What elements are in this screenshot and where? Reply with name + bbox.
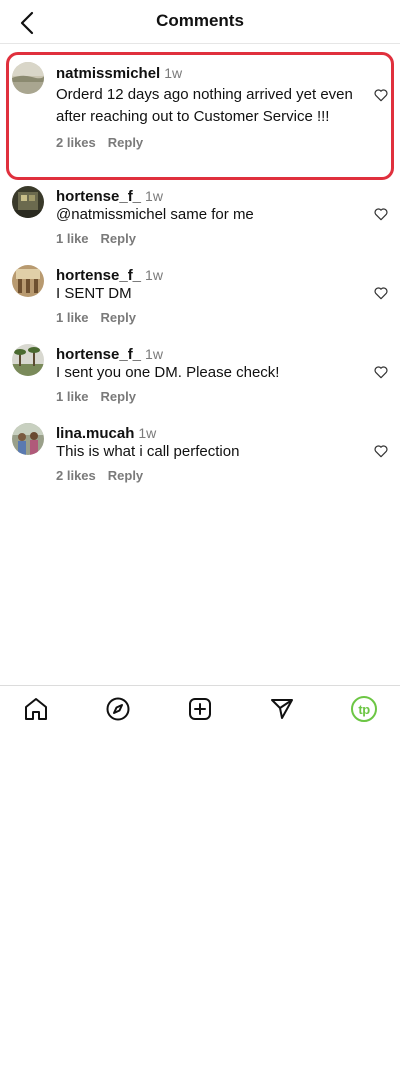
avatar[interactable]	[12, 62, 44, 94]
reply-button[interactable]: Reply	[108, 468, 143, 483]
comment-time: 1w	[138, 425, 157, 441]
comment-username[interactable]: natmissmichel	[56, 65, 160, 82]
profile-initials: tp	[358, 701, 370, 717]
heart-icon[interactable]	[373, 285, 389, 301]
likes-count[interactable]: 2 likes	[56, 135, 96, 150]
comment-text: I SENT DM	[56, 285, 132, 302]
avatar[interactable]	[12, 186, 44, 218]
comment-time: 1w	[145, 267, 163, 283]
reply-button[interactable]: Reply	[101, 310, 136, 325]
comment-body: hortense_f_ 1w @natmissmichel same for me…	[56, 187, 360, 246]
direct-send-icon[interactable]	[269, 696, 295, 722]
explore-compass-icon[interactable]	[105, 696, 131, 722]
comment-item: hortense_f_ 1w @natmissmichel same for me…	[0, 180, 400, 259]
comment-body: natmissmichel 1w Orderd 12 days ago nothi…	[56, 64, 363, 150]
comment-username[interactable]: hortense_f_	[56, 346, 141, 363]
reply-button[interactable]: Reply	[101, 231, 136, 246]
likes-count[interactable]: 1 like	[56, 310, 89, 325]
comment-item-highlighted: natmissmichel 1w Orderd 12 days ago nothi…	[6, 52, 394, 180]
comment-username[interactable]: hortense_f_	[56, 267, 141, 284]
comment-text: This is what i call perfection	[56, 443, 240, 460]
avatar[interactable]	[12, 423, 44, 455]
comment-username[interactable]: lina.mucah	[56, 425, 134, 442]
comment-body: hortense_f_ 1w I SENT DM 1 like Reply	[56, 266, 360, 325]
comment-text: @natmissmichel same for me	[56, 206, 254, 223]
comment-item: hortense_f_ 1w I SENT DM 1 like Reply	[0, 259, 400, 338]
comment-text: Orderd 12 days ago nothing arrived yet e…	[56, 86, 353, 125]
page-title: Comments	[156, 11, 244, 30]
likes-count[interactable]: 1 like	[56, 231, 89, 246]
avatar[interactable]	[12, 344, 44, 376]
heart-icon[interactable]	[373, 206, 389, 222]
comment-body: hortense_f_ 1w I sent you one DM. Please …	[56, 345, 360, 404]
reply-button[interactable]: Reply	[108, 135, 143, 150]
heart-icon[interactable]	[373, 364, 389, 380]
reply-button[interactable]: Reply	[101, 389, 136, 404]
comments-list: natmissmichel 1w Orderd 12 days ago nothi…	[0, 50, 400, 496]
comment-item: hortense_f_ 1w I sent you one DM. Please …	[0, 338, 400, 417]
avatar[interactable]	[12, 265, 44, 297]
bottom-tab-bar: tp	[0, 685, 400, 731]
likes-count[interactable]: 1 like	[56, 389, 89, 404]
create-plus-icon[interactable]	[187, 696, 213, 722]
comment-time: 1w	[145, 188, 163, 204]
comment-item: lina.mucah 1w This is what i call perfect…	[0, 417, 400, 496]
comment-username[interactable]: hortense_f_	[56, 188, 141, 205]
header-bar: Comments	[0, 0, 400, 44]
home-icon[interactable]	[23, 696, 49, 722]
heart-icon[interactable]	[373, 87, 389, 103]
likes-count[interactable]: 2 likes	[56, 468, 96, 483]
profile-avatar[interactable]: tp	[351, 696, 377, 722]
comment-time: 1w	[164, 65, 183, 81]
comment-body: lina.mucah 1w This is what i call perfect…	[56, 424, 360, 483]
comment-text: I sent you one DM. Please check!	[56, 364, 280, 381]
comment-time: 1w	[145, 346, 163, 362]
heart-icon[interactable]	[373, 443, 389, 459]
